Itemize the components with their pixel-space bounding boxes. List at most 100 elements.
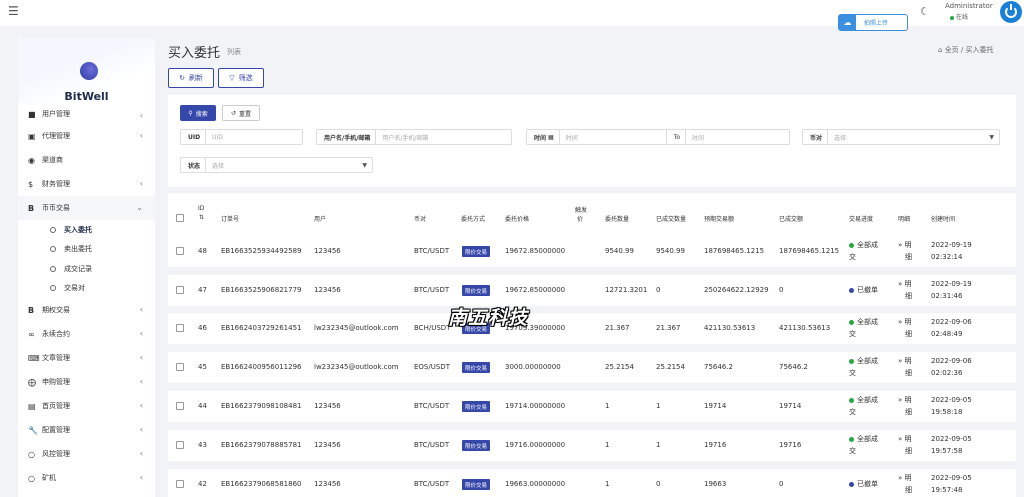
cell-filled: 0 xyxy=(656,480,661,488)
funnel-icon: ▽ xyxy=(229,74,235,82)
dollar-icon: $ xyxy=(28,179,34,189)
breadcrumb-home[interactable]: 全页 xyxy=(945,46,959,54)
status-select[interactable]: 状态 选择 ▼ xyxy=(180,157,373,173)
search-button[interactable]: ⚲ 搜索 xyxy=(180,105,216,121)
sidebar-subitem-buy-orders[interactable]: 买入委托 xyxy=(18,220,155,240)
reset-button[interactable]: ↺ 重置 xyxy=(222,105,260,121)
cell-done-amount: 0 xyxy=(779,286,784,294)
time-from-input[interactable]: 时间 xyxy=(560,133,666,142)
user-field[interactable]: 用户名/手机/邮箱 用户名/手机/邮箱 xyxy=(316,129,512,145)
sidebar-item-users[interactable]: ■ 用户管理 ‹ xyxy=(18,104,155,124)
detail-link[interactable]: » 明细 xyxy=(898,239,912,263)
detail-link[interactable]: » 明细 xyxy=(898,278,912,302)
pair-select[interactable]: 币对 选择 ▼ xyxy=(802,129,1000,145)
cell-qty: 25.2154 xyxy=(605,363,634,371)
sidebar-subitem-sell-orders[interactable]: 卖出委托 xyxy=(18,240,155,260)
chevron-left-icon: ‹ xyxy=(139,401,143,410)
detail-link[interactable]: » 明细 xyxy=(898,316,912,340)
row-checkbox[interactable] xyxy=(176,441,184,449)
hamburger-menu-icon[interactable]: ☰ xyxy=(8,4,19,18)
uid-input[interactable]: UID xyxy=(206,134,223,141)
filter-button[interactable]: ▽ 筛选 xyxy=(218,68,264,88)
sidebar-item-risk[interactable]: ○ 风控管理 ‹ xyxy=(18,442,155,466)
cell-pair: EOS/USDT xyxy=(414,363,450,371)
logo-area: BitWell xyxy=(18,38,155,104)
cell-id: 46 xyxy=(198,324,207,332)
row-checkbox[interactable] xyxy=(176,247,184,255)
list-icon: ▤ xyxy=(28,401,36,411)
row-checkbox[interactable] xyxy=(176,363,184,371)
admin-name[interactable]: Administrator xyxy=(945,2,993,10)
sidebar-item-agents[interactable]: ▣ 代理管理 ‹ xyxy=(18,124,155,148)
column-trigger-price-line2: 价 xyxy=(577,216,584,223)
column-detail: 明细 xyxy=(898,216,911,223)
status-badge: 已撤单 xyxy=(849,478,878,490)
chevron-left-icon: ‹ xyxy=(139,305,143,314)
status-badge: 已撤单 xyxy=(849,284,878,296)
column-qty: 委托数量 xyxy=(605,216,630,223)
cell-price: 19663.00000000 xyxy=(505,480,566,488)
users-icon: ■ xyxy=(28,109,36,119)
table-row: 46 EB1662403729261451 lw232345@outlook.com… xyxy=(168,313,1016,344)
cell-expected: 75646.2 xyxy=(704,363,733,371)
cell-created: 2022-09-06 02:48:49 xyxy=(931,318,972,338)
cell-created: 2022-09-05 19:57:58 xyxy=(931,435,972,455)
status-badge: 全部成交 xyxy=(849,241,878,261)
page-title: 买入委托 xyxy=(168,46,221,61)
cell-user: lw232345@outlook.com xyxy=(314,324,399,332)
sidebar-item-subscription[interactable]: ⨁ 申购管理 ‹ xyxy=(18,370,155,394)
method-badge: 限价交易 xyxy=(462,285,491,296)
select-all-checkbox[interactable] xyxy=(176,214,184,222)
row-checkbox[interactable] xyxy=(176,480,184,488)
cell-filled: 0 xyxy=(656,286,661,294)
column-progress: 交易进度 xyxy=(849,216,874,223)
chevron-left-icon: ‹ xyxy=(139,329,143,338)
status-dot-icon xyxy=(849,287,854,293)
sidebar-item-spot-trading[interactable]: B 币币交易 ⌄ xyxy=(18,196,155,220)
cell-order-no: EB1663525934492589 xyxy=(221,247,302,255)
sidebar-item-articles[interactable]: ⌨ 文章管理 ‹ xyxy=(18,346,155,370)
sidebar-item-options[interactable]: B 期权交易 ‹ xyxy=(18,298,155,322)
cell-price: 19714.00000000 xyxy=(505,402,566,410)
status-label: 状态 xyxy=(181,158,207,172)
photo-upload-button[interactable]: ☁ 拍照上传 xyxy=(838,14,908,31)
moon-icon[interactable]: ☾ xyxy=(920,5,930,18)
sidebar-item-channels[interactable]: ◉ 渠道商 xyxy=(18,148,155,172)
sidebar-subitem-trading-pairs[interactable]: 交易对 xyxy=(18,279,155,299)
cloud-icon: ☁ xyxy=(839,15,856,30)
breadcrumb: ⌂ 全页 / 买入委托 xyxy=(938,45,994,55)
power-icon[interactable] xyxy=(1000,1,1022,23)
cell-expected: 19714 xyxy=(704,402,727,410)
cell-done-amount: 187698465.1215 xyxy=(779,247,840,255)
pair-select-value[interactable]: 选择 xyxy=(828,133,846,142)
top-bar: ☰ ☁ 拍照上传 ☾ Administrator 在线 xyxy=(0,0,1024,31)
row-checkbox[interactable] xyxy=(176,286,184,294)
method-badge: 限价交易 xyxy=(462,440,491,451)
detail-link[interactable]: » 明细 xyxy=(898,355,912,379)
time-range-field[interactable]: 时间 ▦ 时间 To 时间 xyxy=(526,129,790,145)
column-id[interactable]: ID xyxy=(198,205,204,212)
detail-link[interactable]: » 明细 xyxy=(898,472,912,496)
online-dot-icon xyxy=(950,15,954,20)
uid-field[interactable]: UID UID xyxy=(180,129,303,145)
detail-link[interactable]: » 明细 xyxy=(898,433,912,457)
sidebar-subitem-trade-records[interactable]: 成交记录 xyxy=(18,259,155,279)
cell-order-no: EB1662379068581860 xyxy=(221,480,302,488)
sidebar-item-config[interactable]: 🔧 配置管理 ‹ xyxy=(18,418,155,442)
refresh-button[interactable]: ↻ 刷新 xyxy=(168,68,214,88)
sort-icon[interactable]: ⇅ xyxy=(199,214,204,221)
user-input[interactable]: 用户名/手机/邮箱 xyxy=(376,133,428,142)
cell-done-amount: 19716 xyxy=(779,441,802,449)
sidebar-item-finance[interactable]: $ 财务管理 ‹ xyxy=(18,172,155,196)
sidebar-item-miners[interactable]: ○ 矿机 ‹ xyxy=(18,466,155,490)
detail-link[interactable]: » 明细 xyxy=(898,394,912,418)
cell-order-no: EB1662379098108481 xyxy=(221,402,302,410)
sidebar-item-perpetual[interactable]: ∞ 永续合约 ‹ xyxy=(18,322,155,346)
sidebar-item-homepage[interactable]: ▤ 首页管理 ‹ xyxy=(18,394,155,418)
row-checkbox[interactable] xyxy=(176,402,184,410)
status-select-value[interactable]: 选择 xyxy=(206,161,224,170)
time-to-input[interactable]: 时间 xyxy=(686,133,704,142)
cell-user: lw232345@outlook.com xyxy=(314,363,399,371)
row-checkbox[interactable] xyxy=(176,324,184,332)
cell-id: 48 xyxy=(198,247,207,255)
